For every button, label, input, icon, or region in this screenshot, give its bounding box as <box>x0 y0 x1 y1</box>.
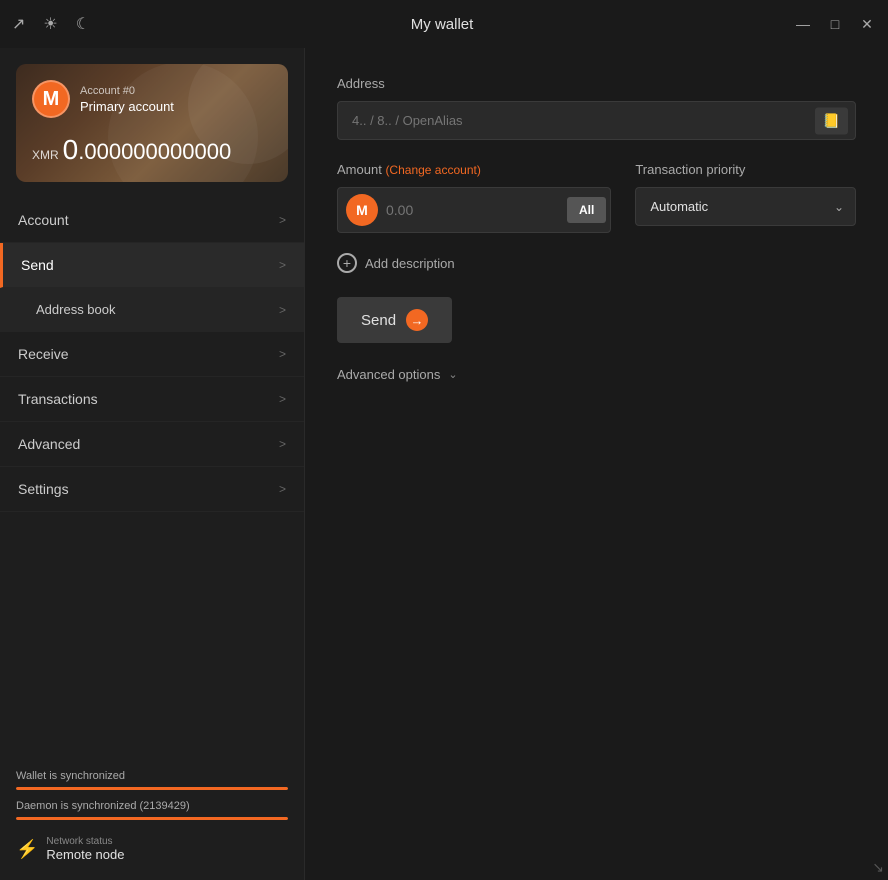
add-description-icon: + <box>337 253 357 273</box>
send-arrow-icon: → <box>406 309 428 331</box>
add-description-label: Add description <box>365 256 455 271</box>
minimize-button[interactable]: — <box>794 16 812 32</box>
currency-label: XMR <box>32 148 59 162</box>
sidebar-item-receive[interactable]: Receive > <box>0 332 304 377</box>
window-title: My wallet <box>90 16 794 33</box>
sidebar-item-advanced-label: Advanced <box>18 436 80 452</box>
chevron-right-icon: > <box>279 213 286 227</box>
send-button-label: Send <box>361 312 396 329</box>
sidebar-item-transactions-label: Transactions <box>18 391 98 407</box>
account-number: Account #0 <box>80 85 174 97</box>
sidebar-item-receive-label: Receive <box>18 346 69 362</box>
amount-priority-row: Amount (Change account) M All Transactio… <box>337 162 856 233</box>
network-text: Network status Remote node <box>46 836 124 862</box>
resize-handle[interactable]: ↘ <box>872 859 884 876</box>
account-card: M Account #0 Primary account XMR 0.000000… <box>16 64 288 182</box>
daemon-sync-bar-fill <box>16 817 288 820</box>
wallet-sync-bar <box>16 787 288 790</box>
sidebar-item-settings-label: Settings <box>18 481 69 497</box>
amount-input[interactable] <box>386 202 567 218</box>
daemon-sync-label: Daemon is synchronized (2139429) <box>16 800 288 812</box>
address-book-button[interactable]: 📒 <box>815 107 848 134</box>
advanced-options-label: Advanced options <box>337 367 440 382</box>
wallet-sync-bar-fill <box>16 787 288 790</box>
advanced-options-toggle[interactable]: Advanced options ⌄ <box>337 367 856 382</box>
address-label: Address <box>337 76 856 91</box>
sidebar-item-transactions[interactable]: Transactions > <box>0 377 304 422</box>
chevron-right-icon: > <box>279 303 286 317</box>
priority-label: Transaction priority <box>635 162 856 177</box>
chevron-right-icon: > <box>279 392 286 406</box>
main-content: Address 📒 Amount (Change account) M All … <box>305 48 888 880</box>
advanced-options-chevron-icon: ⌄ <box>448 368 457 381</box>
monero-amount-logo: M <box>346 194 378 226</box>
globe-icon[interactable]: ☀ <box>43 14 57 34</box>
arrow-icon[interactable]: ↗ <box>12 14 25 34</box>
priority-section: Transaction priority Automatic Slow Norm… <box>635 162 856 226</box>
sidebar-item-send-label: Send <box>21 257 54 273</box>
balance-decimal: .000000000000 <box>78 139 231 164</box>
account-info: Account #0 Primary account <box>80 85 174 114</box>
main-layout: M Account #0 Primary account XMR 0.000000… <box>0 48 888 880</box>
title-bar-left-icons: ↗ ☀ ☾ <box>12 14 90 34</box>
amount-label: Amount (Change account) <box>337 162 611 177</box>
account-card-header: M Account #0 Primary account <box>32 80 272 118</box>
address-input[interactable] <box>337 101 856 140</box>
all-button[interactable]: All <box>567 197 606 223</box>
title-bar: ↗ ☀ ☾ My wallet — □ ✕ <box>0 0 888 48</box>
amount-label-text: Amount <box>337 162 382 177</box>
priority-select[interactable]: Automatic Slow Normal Fast <box>635 187 856 226</box>
monero-logo: M <box>32 80 70 118</box>
network-label: Network status <box>46 836 124 847</box>
chevron-right-icon: > <box>279 347 286 361</box>
add-description-button[interactable]: + Add description <box>337 253 856 273</box>
sidebar-item-advanced[interactable]: Advanced > <box>0 422 304 467</box>
sidebar-item-account-label: Account <box>18 212 69 228</box>
sidebar-item-send[interactable]: Send > <box>0 243 304 288</box>
wallet-sync-label: Wallet is synchronized <box>16 770 288 782</box>
priority-select-wrap: Automatic Slow Normal Fast ⌄ <box>635 187 856 226</box>
account-balance: XMR 0.000000000000 <box>32 134 272 166</box>
change-account-link[interactable]: (Change account) <box>385 163 480 177</box>
maximize-button[interactable]: □ <box>826 16 844 32</box>
sidebar-item-account[interactable]: Account > <box>0 198 304 243</box>
title-bar-controls: — □ ✕ <box>794 16 876 33</box>
close-button[interactable]: ✕ <box>858 16 876 33</box>
nav-items: Account > Send > Address book > Receive … <box>0 198 304 756</box>
balance-integer: 0 <box>63 134 79 165</box>
daemon-sync-bar <box>16 817 288 820</box>
lightning-icon: ⚡ <box>16 839 38 860</box>
send-button[interactable]: Send → <box>337 297 452 343</box>
chevron-right-icon: > <box>279 258 286 272</box>
network-status: ⚡ Network status Remote node <box>16 830 288 872</box>
sidebar: M Account #0 Primary account XMR 0.000000… <box>0 48 305 880</box>
sidebar-item-settings[interactable]: Settings > <box>0 467 304 512</box>
network-value: Remote node <box>46 847 124 862</box>
moon-icon[interactable]: ☾ <box>76 14 90 34</box>
chevron-right-icon: > <box>279 437 286 451</box>
amount-input-wrap: M All <box>337 187 611 233</box>
chevron-right-icon: > <box>279 482 286 496</box>
sidebar-item-address-book-label: Address book <box>36 302 116 317</box>
address-input-wrap: 📒 <box>337 101 856 140</box>
amount-section: Amount (Change account) M All <box>337 162 611 233</box>
balance-amount: 0.000000000000 <box>63 139 232 164</box>
sync-status: Wallet is synchronized Daemon is synchro… <box>0 756 304 880</box>
account-name: Primary account <box>80 99 174 114</box>
sidebar-item-address-book[interactable]: Address book > <box>0 288 304 332</box>
